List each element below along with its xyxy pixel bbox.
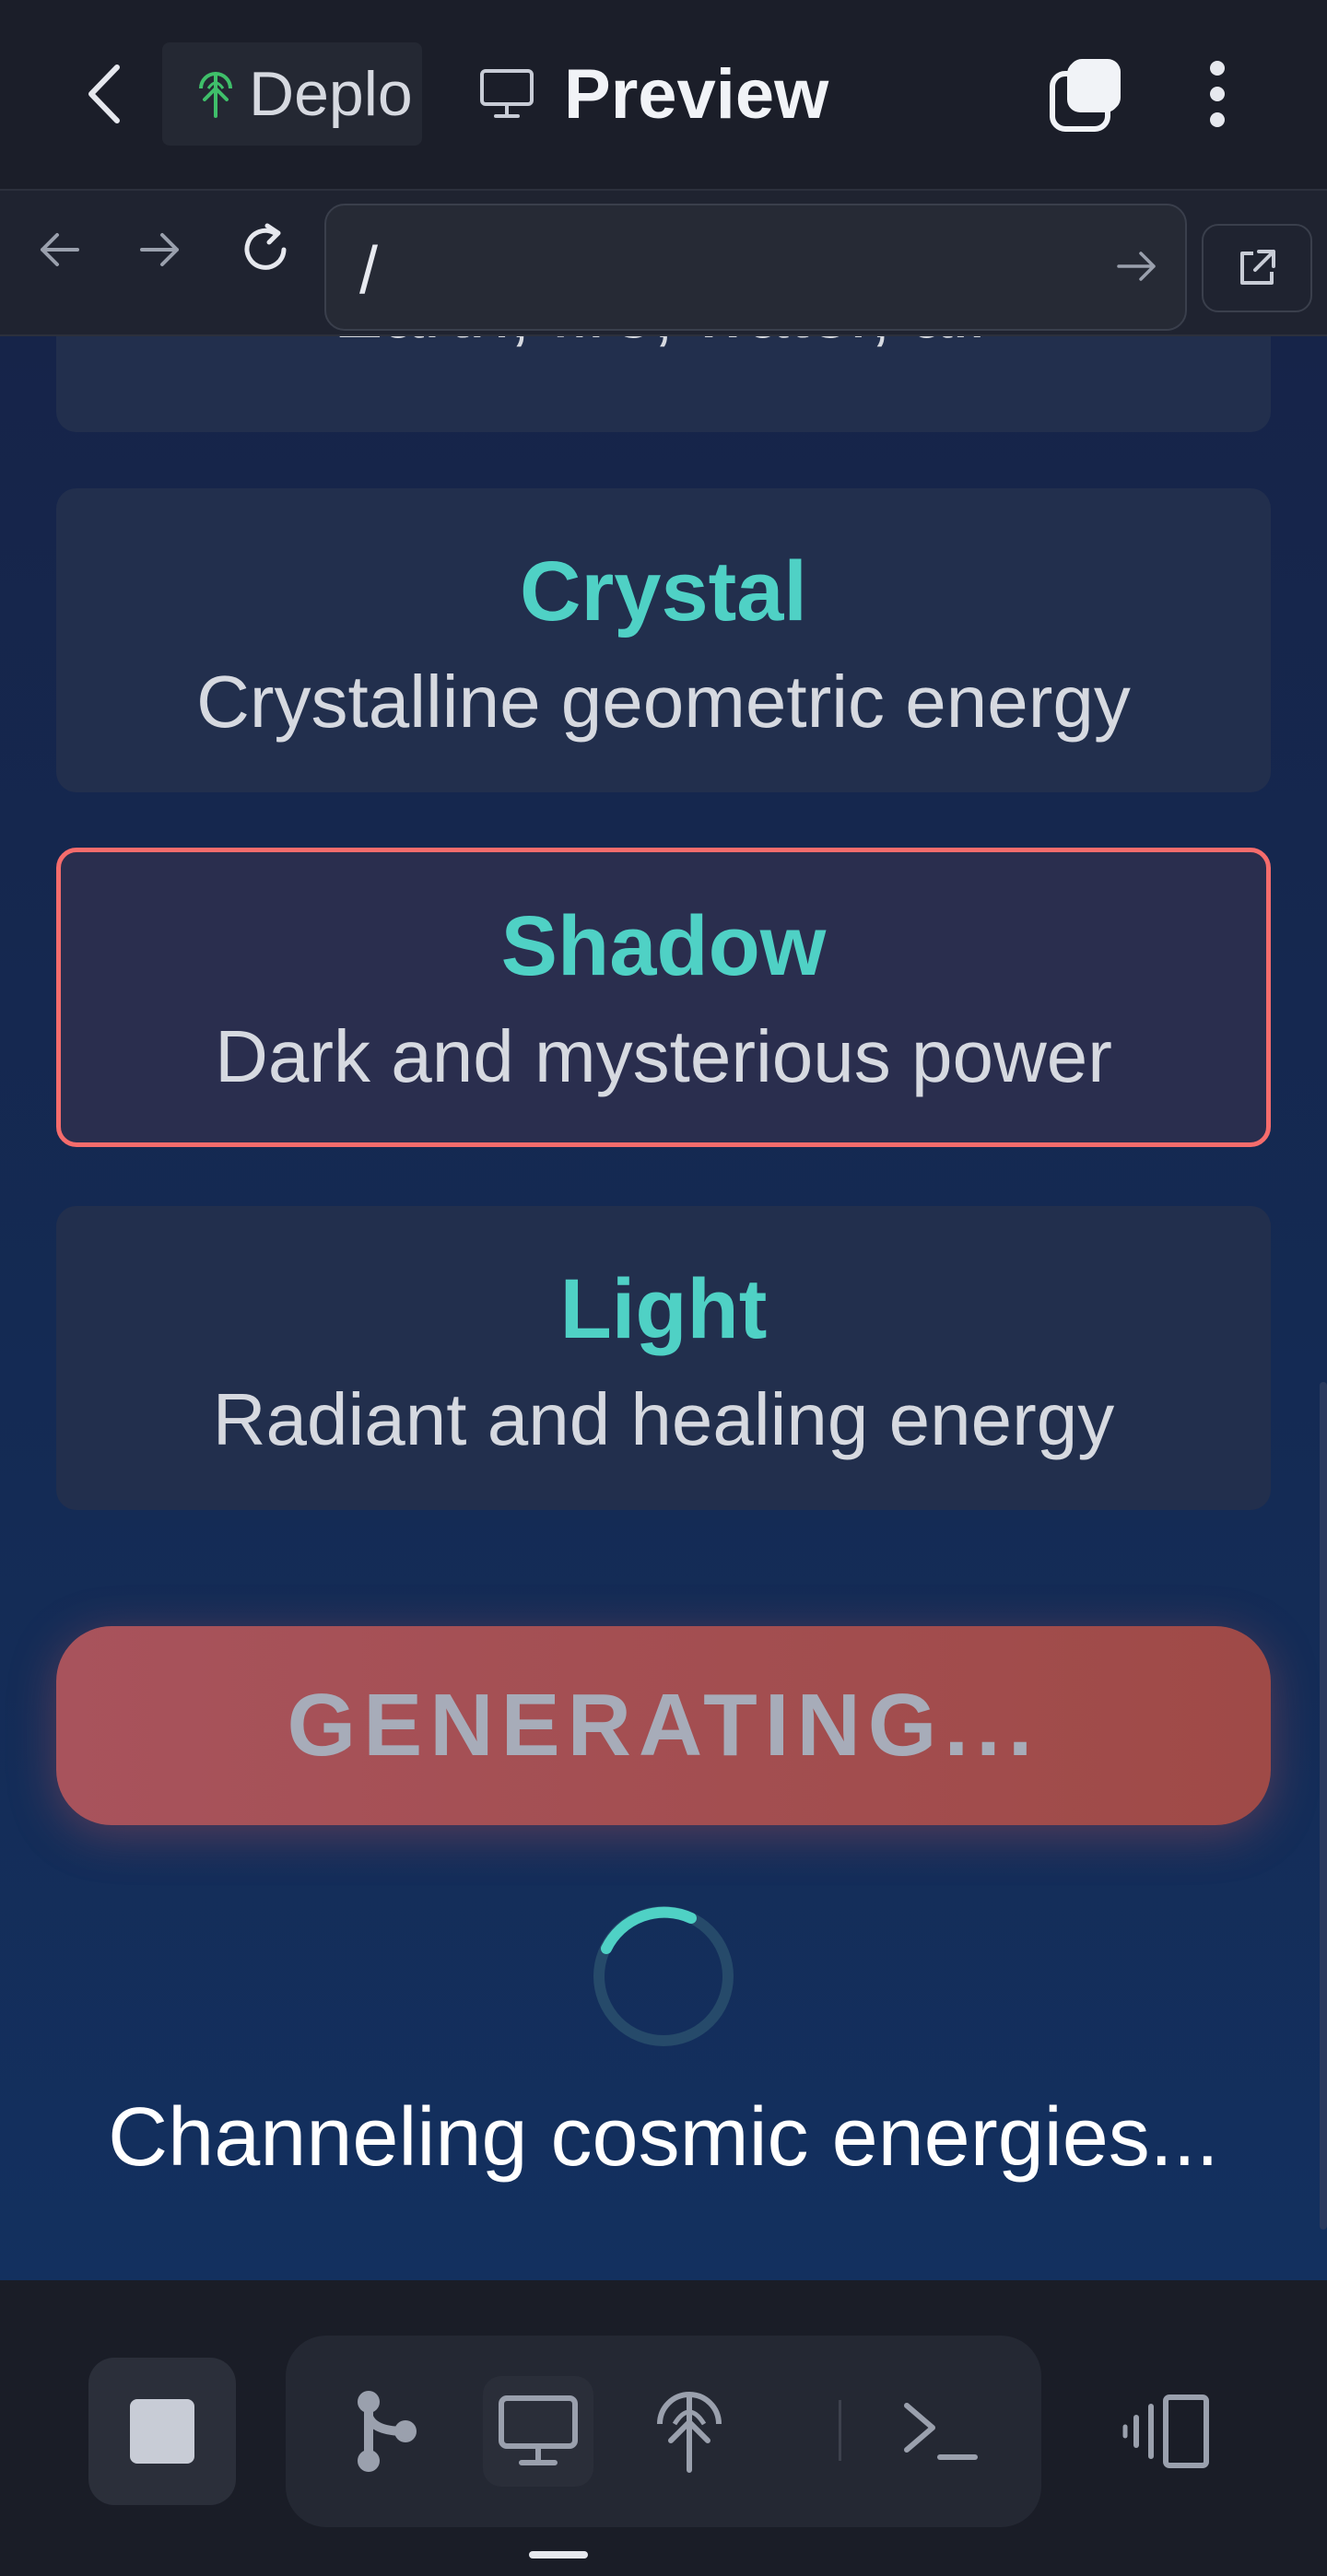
scrollbar[interactable] [1320,1382,1327,2230]
back-icon [88,64,120,123]
tabs-icon [1050,59,1121,132]
reload-icon [244,223,287,270]
deploy-icon [195,68,240,120]
theme-card-light[interactable]: Light Radiant and healing energy [56,1206,1271,1510]
monitor-icon [499,2395,578,2465]
home-indicator [529,2551,588,2558]
nav-back-button[interactable] [29,217,88,283]
stop-icon [130,2399,194,2464]
loading-spinner-icon [593,1906,734,2046]
deploy-tool-button[interactable] [634,2376,745,2487]
url-input[interactable]: / [324,204,1187,331]
bottom-toolbar [0,2280,1327,2576]
terminal-button[interactable] [885,2376,995,2487]
theme-card-shadow[interactable]: Shadow Dark and mysterious power [56,848,1271,1147]
preview-viewport: Earth, fire, water, air Crystal Crystall… [0,336,1327,2280]
tabs-button[interactable] [1047,55,1124,133]
address-bar: / [0,189,1327,336]
tab-preview-label: Preview [564,54,829,134]
theme-description: Radiant and healing energy [212,1378,1115,1460]
theme-name: Crystal [520,544,807,638]
toolbar-divider [839,2400,841,2461]
reload-button[interactable] [236,217,295,283]
stop-button[interactable] [88,2358,236,2505]
url-value: / [359,234,379,308]
devices-button[interactable] [1106,2376,1226,2487]
theme-name: Light [559,1262,768,1356]
back-button[interactable] [72,57,136,131]
preview-tool-button[interactable] [483,2376,593,2487]
tool-group [286,2336,1041,2527]
monitor-icon [479,66,536,122]
git-branch-icon [358,2391,417,2472]
nav-forward-button[interactable] [131,217,190,283]
go-icon[interactable] [1113,242,1161,290]
more-menu-button[interactable] [1194,55,1240,133]
external-link-icon [1240,250,1275,285]
tab-deploy[interactable]: Deplo [162,42,422,146]
generate-button[interactable]: GENERATING... [56,1626,1271,1825]
tab-deploy-label: Deplo [249,59,413,129]
app-top-bar: Deplo Preview [0,0,1327,189]
open-external-button[interactable] [1202,224,1312,312]
theme-description: Crystalline geometric energy [196,661,1131,743]
devices-icon [1122,2395,1209,2468]
git-button[interactable] [332,2376,442,2487]
tab-preview[interactable]: Preview [479,42,828,146]
terminal-icon [904,2403,978,2460]
arrow-left-icon [41,233,79,266]
arrow-right-icon [140,233,179,266]
deploy-icon [657,2392,722,2473]
theme-card-crystal[interactable]: Crystal Crystalline geometric energy [56,488,1271,792]
theme-description: Dark and mysterious power [215,1015,1112,1097]
more-vert-icon [1210,61,1225,127]
status-text: Channeling cosmic energies... [108,2091,1219,2184]
theme-description: Earth, fire, water, air [56,336,1271,349]
theme-name: Shadow [500,899,827,993]
theme-card-elements[interactable]: Earth, fire, water, air [56,336,1271,432]
